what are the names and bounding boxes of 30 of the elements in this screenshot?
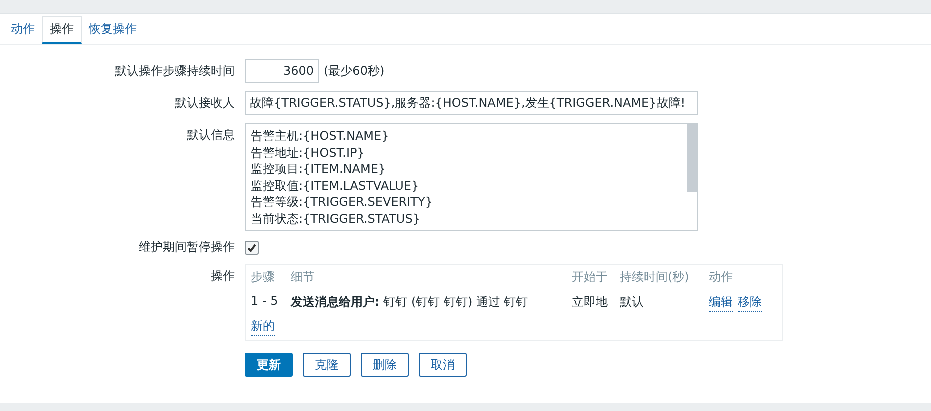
table-cell-text: 发送消息给用户: 钉钉 (钉钉 钉钉) 通过 钉钉 <box>291 294 530 311</box>
table-cell-text: 立即地 <box>572 294 609 311</box>
tab[interactable]: 动作 <box>4 14 42 44</box>
form-button[interactable]: 删除 <box>361 353 409 377</box>
table-cell-text: 1 - 5 <box>251 294 280 310</box>
field-label: 操作 <box>210 268 236 285</box>
field-label: 默认接收人 <box>174 94 236 112</box>
field-label: 默认信息 <box>186 127 236 144</box>
tab[interactable]: 恢复操作 <box>82 14 144 44</box>
scrollbar[interactable] <box>687 124 697 192</box>
update-button[interactable]: 更新 <box>245 353 293 377</box>
hint-text: (最少60秒) <box>324 62 385 80</box>
checkbox[interactable] <box>245 240 259 254</box>
new-link[interactable]: 新的 <box>251 318 275 336</box>
column-header: 细节 <box>291 269 316 286</box>
column-header: 步骤 <box>251 269 276 286</box>
column-header: 开始于 <box>572 269 609 286</box>
recipient-field[interactable]: 故障{TRIGGER.STATUS},服务器:{HOST.NAME},发生{TRIGGER.NAME}故障! <box>245 91 698 115</box>
form-button[interactable]: 取消 <box>419 353 467 377</box>
field-label: 默认操作步骤持续时间 <box>114 62 236 80</box>
table-cell-text: 默认 <box>620 294 645 311</box>
action-link[interactable]: 移除 <box>738 294 762 312</box>
form-button[interactable]: 克隆 <box>303 353 351 377</box>
action-link[interactable]: 编辑 <box>709 294 733 312</box>
duration-field[interactable]: 3600 <box>245 59 319 83</box>
column-header: 动作 <box>709 269 734 286</box>
message-field[interactable]: 告警主机:{HOST.NAME} 告警地址:{HOST.IP} 监控项目:{ITEM.NAME} 监控取值:{ITEM.LASTVALUE} 告警等级:{TRIGGER.SEVERITY} 当前状态:{TRIGGER.STATUS} <box>245 123 698 231</box>
tab[interactable]: 操作 <box>42 16 82 44</box>
column-header: 持续时间(秒) <box>620 269 690 286</box>
field-label: 维护期间暂停操作 <box>138 239 236 256</box>
